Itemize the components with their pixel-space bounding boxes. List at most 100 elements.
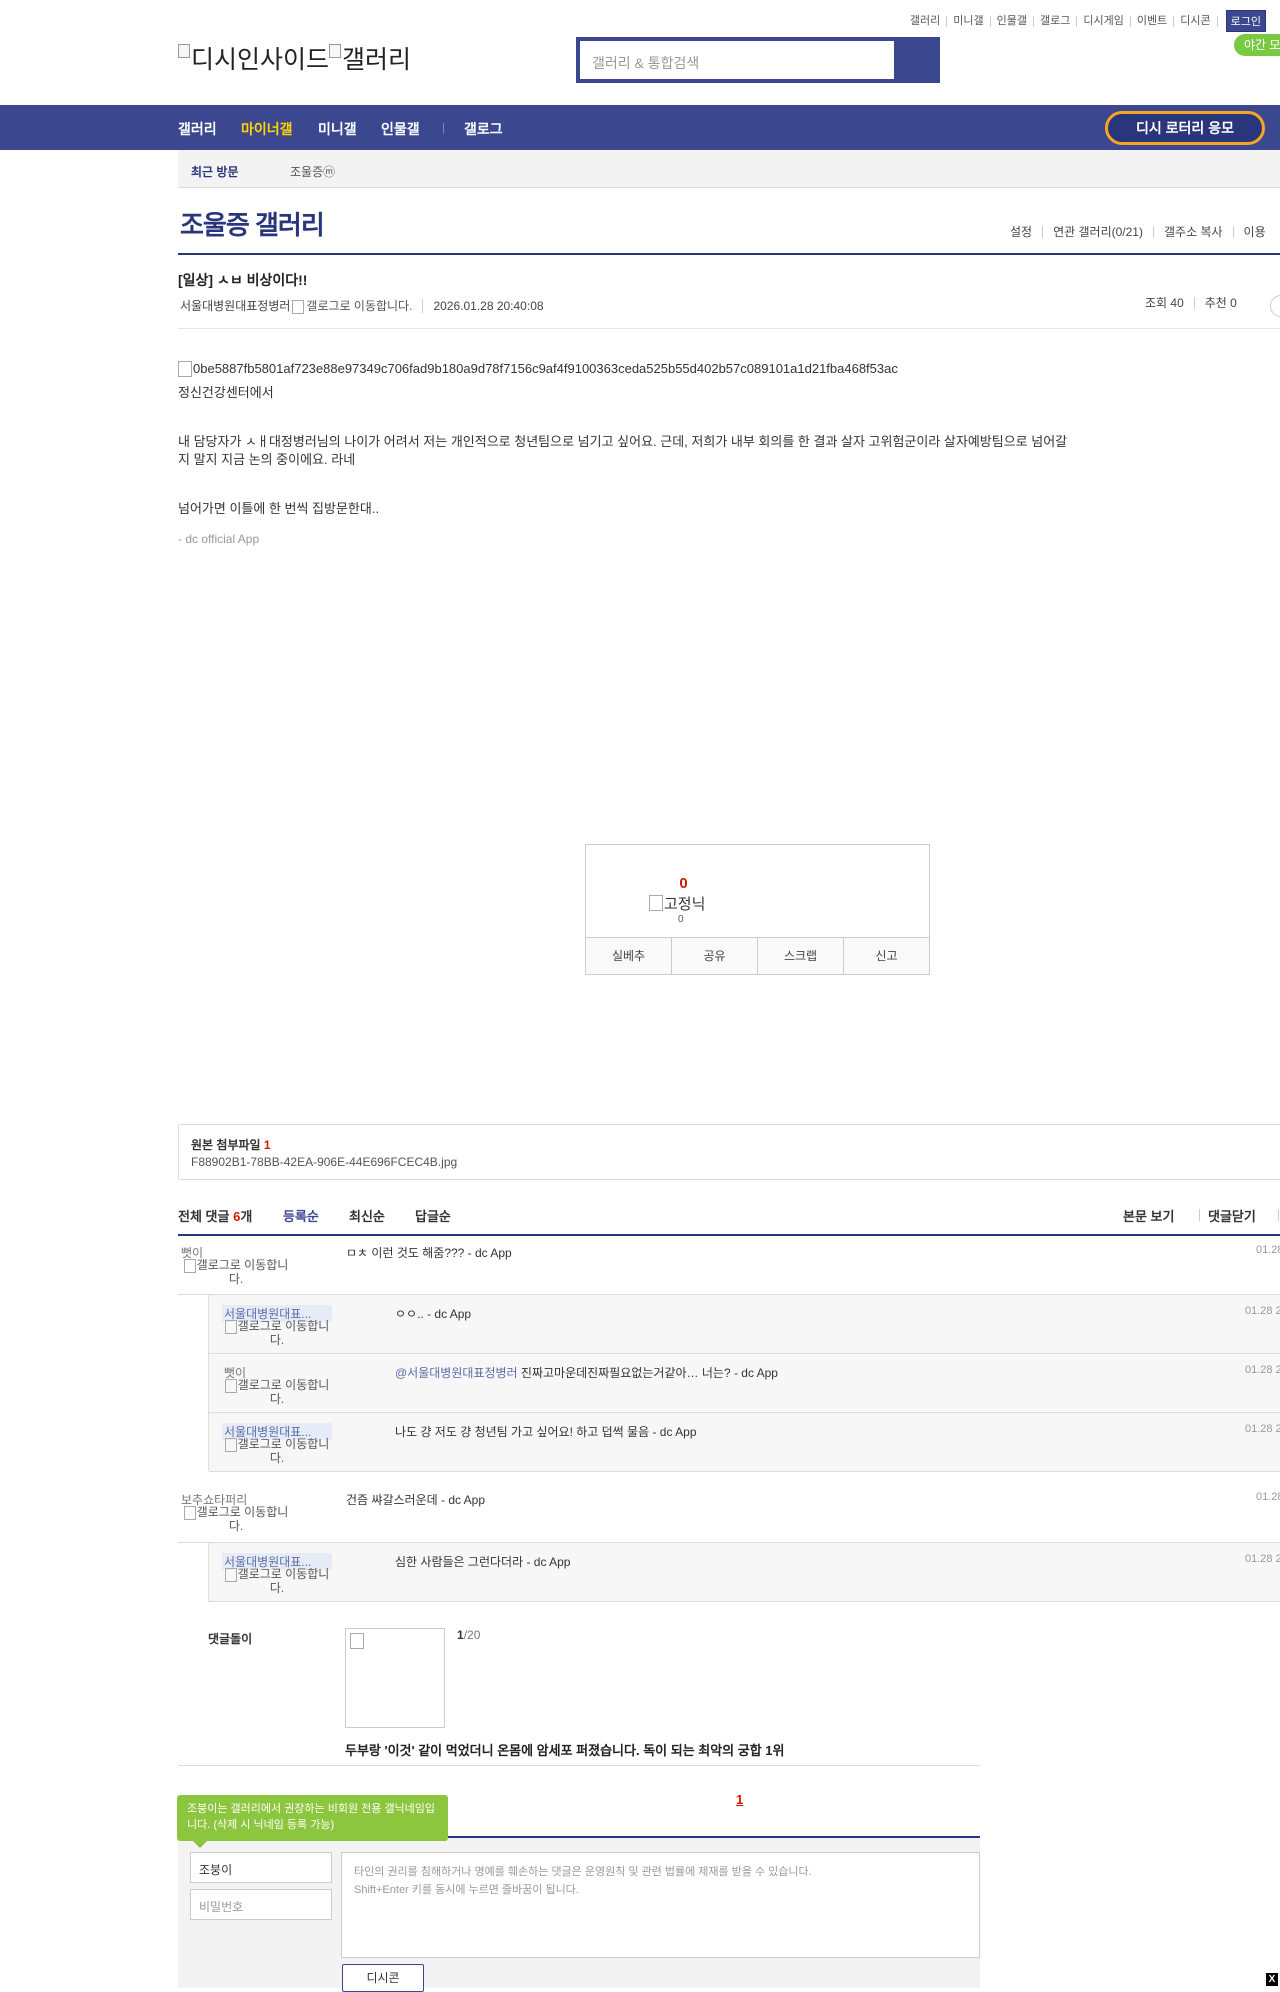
nav-divider — [443, 123, 444, 134]
post-date: 2026.01.28 20:40:08 — [422, 298, 544, 313]
broken-image-icon — [178, 44, 190, 58]
post-meta: 서울대병원대표정병러 갤로그로 이동합니다. 2026.01.28 20:40:… — [180, 297, 544, 314]
post-line: 넘어가면 이틀에 한 번씩 집방문한대.. — [178, 501, 380, 516]
post-image: 0be5887fb5801af723e88e97349c706fad9b180a… — [178, 361, 898, 376]
top-link-event[interactable]: 이벤트 — [1131, 15, 1175, 27]
gallog-link[interactable]: 갤로그로 이동합니다. — [292, 297, 412, 314]
ad-thumbnail[interactable] — [345, 1628, 445, 1728]
gallog-link[interactable]: 갤로그로 이동합니다. — [222, 1438, 332, 1465]
broken-image-icon — [329, 44, 342, 58]
nickname-field[interactable]: 조붕이 — [190, 1852, 332, 1883]
attachment-label: 원본 첨부파일 1 — [191, 1136, 271, 1153]
reply-text: ㅇㅇ.. - dc App — [395, 1307, 472, 1321]
reply-text: 나도 걍 저도 걍 청년팀 가고 싶어요! 하고 덥썩 물음 - dc App — [395, 1425, 697, 1439]
gallery-menu: 설정 연관 갤러리(0/21) 갤주소 복사 이용 — [1000, 226, 1276, 238]
main-nav: 갤러리 마이너갤 미니갤 인물갤 갤로그 — [0, 105, 1280, 150]
vote-box: 0 고정닉 0 실베추 공유 스크랩 신고 — [585, 844, 930, 975]
top-header: 갤러리 미니갤 인물갤 갤로그 디시게임 이벤트 디시콘 로그인 야간 모드 디… — [0, 0, 1280, 105]
fixed-nick-count: 0 — [678, 914, 684, 925]
top-link-gallog[interactable]: 갤로그 — [1034, 15, 1078, 27]
attachment-box: 원본 첨부파일 1 F88902B1-78BB-42EA-906E-44E696… — [178, 1124, 1280, 1180]
reply-text: 심한 사람들은 그런다더라 - dc App — [395, 1555, 571, 1569]
gallery-settings-link[interactable]: 설정 — [1000, 226, 1042, 238]
reply-date: 01.28 2 — [1245, 1305, 1280, 1317]
vote-actions: 실베추 공유 스크랩 신고 — [586, 937, 929, 974]
post-views: 조회 40 — [1145, 296, 1184, 310]
top-link-persongall[interactable]: 인물갤 — [991, 15, 1035, 27]
view-post-button[interactable]: 본문 보기 — [1123, 1206, 1174, 1225]
comment-count-badge[interactable] — [1270, 295, 1280, 317]
scrap-button[interactable]: 스크랩 — [757, 938, 843, 974]
top-link-dccon[interactable]: 디시콘 — [1174, 15, 1218, 27]
nav-gallery[interactable]: 갤러리 — [178, 119, 217, 139]
login-button[interactable]: 로그인 — [1225, 10, 1266, 32]
post-title: [일상] ㅅㅂ 비상이다!! — [178, 272, 308, 288]
nav-minigall[interactable]: 미니갤 — [318, 119, 357, 139]
recent-gallery-link[interactable]: 조울증ⓜ — [290, 163, 335, 180]
fixed-nick-label: 고정닉 — [649, 893, 705, 914]
share-button[interactable]: 공유 — [671, 938, 757, 974]
comment-header-divider — [1278, 1209, 1279, 1221]
comment-page-1[interactable]: 1 — [736, 1792, 743, 1807]
report-button[interactable]: 신고 — [843, 938, 929, 974]
comment-notice: 타인의 권리를 침해하거나 명예를 훼손하는 댓글은 운영원칙 및 관련 법률에… — [354, 1866, 812, 1878]
comment-bot-ad: 댓글돌이 1/20 두부랑 '이것' 같이 먹었더니 온몸에 암세포 퍼졌습니다… — [178, 1616, 980, 1766]
ad-page-current: 1 — [457, 1628, 464, 1642]
comment-text: ㅁㅊ 이런 것도 해줌??? - dc App — [346, 1246, 512, 1260]
nav-gallog[interactable]: 갤로그 — [464, 119, 503, 139]
night-mode-toggle[interactable]: 야간 모드 — [1234, 34, 1280, 56]
lottery-button[interactable]: 디시 로터리 응모 — [1105, 111, 1265, 145]
close-comments-button[interactable]: 댓글닫기 — [1208, 1206, 1256, 1225]
gallog-link[interactable]: 갤로그로 이동합니다. — [222, 1379, 332, 1406]
search-input[interactable]: 갤러리 & 통합검색 — [592, 53, 699, 73]
comment-textarea[interactable]: 타인의 권리를 침해하거나 명예를 훼손하는 댓글은 운영원칙 및 관련 법률에… — [341, 1852, 980, 1958]
reply-item: 서울대병원대표... 갤로그로 이동합니다. 심한 사람들은 그런다더라 - d… — [209, 1543, 1280, 1602]
sort-registered[interactable]: 등록순 — [283, 1206, 319, 1225]
post-stats: 조회 40 추천 0 — [1135, 297, 1247, 309]
post-body: 0be5887fb5801af723e88e97349c706fad9b180a… — [178, 360, 1078, 548]
top-link-minigall[interactable]: 미니갤 — [947, 15, 991, 27]
sort-latest[interactable]: 최신순 — [349, 1206, 385, 1225]
post-author[interactable]: 서울대병원대표정병러 — [180, 297, 290, 314]
top-link-gallery[interactable]: 갤러리 — [904, 15, 948, 27]
comment-text: 건즘 쌰갈스러운데 - dc App — [346, 1493, 486, 1507]
comment-header: 전체 댓글 6개 등록순 최신순 답글순 본문 보기 댓글닫기 — [178, 1206, 1280, 1236]
gallog-link[interactable]: 갤로그로 이동합니다. — [222, 1320, 332, 1347]
gallog-link[interactable]: 갤로그로 이동합니다. — [181, 1259, 291, 1286]
comment-header-divider — [1199, 1209, 1200, 1221]
post-line: 내 담당자가 ㅅㅐ대정병러님의 나이가 어려서 저는 개인적으로 청년팀으로 넘… — [178, 434, 1068, 467]
logo-text-dcinside: 디시인사이드 — [191, 46, 330, 74]
copy-address-link[interactable]: 갤주소 복사 — [1152, 226, 1233, 238]
gallery-title[interactable]: 조울증 갤러리 — [180, 205, 325, 242]
reply-text: @서울대병원대표정병러 진짜고마운데진짜필요없는거같아… 너는? - dc Ap… — [395, 1364, 778, 1381]
attachment-file-link[interactable]: F88902B1-78BB-42EA-906E-44E696FCEC4B.jpg — [191, 1155, 457, 1169]
post-line: 정신건강센터에서 — [178, 385, 274, 400]
gallog-link[interactable]: 갤로그로 이동합니다. — [181, 1506, 291, 1533]
comment-write-box: 조붕이 비밀번호 타인의 권리를 침해하거나 명예를 훼손하는 댓글은 운영원칙… — [178, 1838, 980, 1992]
recent-label[interactable]: 최근 방문 — [191, 163, 239, 180]
reply-item: 서울대병원대표... 갤로그로 이동합니다. ㅇㅇ.. - dc App 01.… — [209, 1295, 1280, 1354]
comment-date: 01.28 — [1256, 1491, 1280, 1503]
gallog-link[interactable]: 갤로그로 이동합니다. — [222, 1568, 332, 1595]
reply-list: 서울대병원대표... 갤로그로 이동합니다. ㅇㅇ.. - dc App 01.… — [208, 1294, 1280, 1472]
post-recommend: 추천 0 — [1193, 297, 1247, 309]
comment-bot-label: 댓글돌이 — [208, 1632, 253, 1646]
top-link-dcgame[interactable]: 디시게임 — [1077, 15, 1131, 27]
usage-link[interactable]: 이용 — [1232, 226, 1276, 238]
nav-persongall[interactable]: 인물갤 — [381, 119, 420, 139]
comment-total: 전체 댓글 6개 — [178, 1206, 252, 1225]
sort-replies[interactable]: 답글순 — [415, 1206, 451, 1225]
reply-mention[interactable]: @서울대병원대표정병러 — [395, 1366, 518, 1380]
password-field[interactable]: 비밀번호 — [190, 1889, 332, 1920]
ad-pager: 1/20 — [457, 1628, 480, 1642]
ad-title-link[interactable]: 두부랑 '이것' 같이 먹었더니 온몸에 암세포 퍼졌습니다. 독이 되는 최악… — [345, 1740, 784, 1759]
best-recommend-button[interactable]: 실베추 — [586, 938, 671, 974]
comment-date: 01.28 — [1256, 1244, 1280, 1256]
close-icon[interactable]: X — [1266, 1973, 1278, 1986]
attachment-count: 1 — [263, 1138, 271, 1152]
nav-minorgall[interactable]: 마이너갤 — [241, 119, 293, 139]
related-gallery-link[interactable]: 연관 갤러리(0/21) — [1042, 226, 1153, 238]
search-button[interactable] — [894, 41, 936, 79]
nickname-tooltip: 조붕이는 갤러리에서 권장하는 비회원 전용 갤닉네임입니다. (삭제 시 닉네… — [177, 1795, 448, 1848]
site-logo[interactable]: 디시인사이드 갤러리 — [178, 40, 411, 76]
